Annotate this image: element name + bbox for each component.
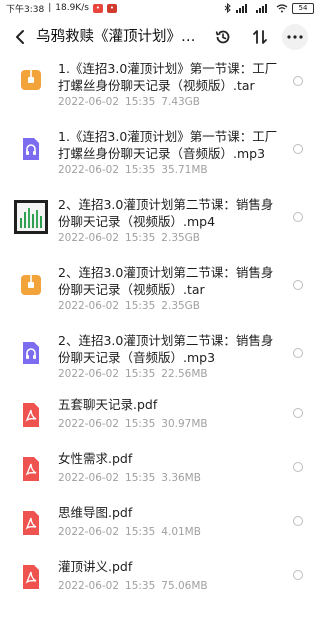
file-meta: 2022-06-02 15:35 22.56MB	[58, 368, 214, 380]
signal-icon-2	[256, 3, 267, 13]
file-size: 22.56MB	[161, 368, 208, 380]
history-button[interactable]	[212, 26, 234, 48]
file-name: 灌顶讲义.pdf	[58, 559, 133, 574]
file-meta: 2022-06-02 15:35 7.43GB	[58, 96, 206, 108]
file-name: 2、连招3.0灌顶计划第二节课：销售身份聊天记录（视频版）.tar	[58, 265, 274, 297]
file-date: 2022-06-02	[58, 526, 120, 538]
signal-icon	[236, 3, 247, 13]
notification-app-icon: •	[92, 3, 103, 13]
select-checkbox[interactable]	[293, 408, 303, 418]
file-name: 2、连招3.0灌顶计划第二节课：销售身份聊天记录（视频版）.mp4	[58, 197, 274, 229]
header: 乌鸦救赎《灌顶计划》更...	[0, 20, 320, 54]
select-checkbox[interactable]	[293, 570, 303, 580]
file-row[interactable]: 2、连招3.0灌顶计划第二节课：销售身份聊天记录（视频版）.tar 2022-0…	[0, 260, 320, 328]
file-row[interactable]: 1.《连招3.0灌顶计划》第一节课：工厂打螺丝身份聊天记录（视频版）.tar 2…	[0, 54, 320, 124]
status-left: 下午3:38 | 18.9K/s • •	[6, 2, 117, 15]
file-date: 2022-06-02	[58, 472, 120, 484]
history-icon	[215, 30, 230, 44]
file-time: 15:35	[125, 300, 156, 312]
file-time: 15:35	[125, 580, 156, 592]
file-time: 15:35	[125, 472, 156, 484]
file-time: 15:35	[125, 368, 156, 380]
file-name: 五套聊天记录.pdf	[58, 397, 158, 412]
notification-app-icon-2: •	[106, 3, 117, 13]
file-date: 2022-06-02	[58, 300, 120, 312]
file-date: 2022-06-02	[58, 232, 120, 244]
page-title: 乌鸦救赎《灌顶计划》更...	[36, 29, 202, 45]
file-size: 7.43GB	[161, 96, 201, 108]
file-time: 15:35	[125, 526, 156, 538]
file-row[interactable]: 五套聊天记录.pdf 2022-06-02 15:35 30.97MB	[0, 396, 320, 450]
file-date: 2022-06-02	[58, 580, 120, 592]
file-time: 15:35	[125, 418, 156, 430]
pdf-icon	[16, 400, 46, 430]
file-meta: 2022-06-02 15:35 2.35GB	[58, 300, 206, 312]
pdf-icon	[16, 454, 46, 484]
file-row[interactable]: 女性需求.pdf 2022-06-02 15:35 3.36MB	[0, 450, 320, 504]
file-meta: 2022-06-02 15:35 30.97MB	[58, 418, 214, 430]
file-row[interactable]: 思维导图.pdf 2022-06-02 15:35 4.01MB	[0, 504, 320, 558]
status-time: 下午3:38	[6, 4, 45, 15]
select-checkbox[interactable]	[293, 144, 303, 154]
video-thumbnail-icon	[14, 200, 48, 234]
file-size: 35.71MB	[161, 164, 208, 176]
file-row[interactable]: 2、连招3.0灌顶计划第二节课：销售身份聊天记录（音频版）.mp3 2022-0…	[0, 328, 320, 396]
file-size: 2.35GB	[161, 300, 201, 312]
file-row[interactable]: 1.《连招3.0灌顶计划》第一节课：工厂打螺丝身份聊天记录（音频版）.mp3 2…	[0, 124, 320, 192]
select-checkbox[interactable]	[293, 348, 303, 358]
chevron-left-icon	[16, 30, 24, 44]
file-meta: 2022-06-02 15:35 2.35GB	[58, 232, 206, 244]
audio-icon	[16, 134, 46, 164]
sort-button[interactable]	[249, 26, 271, 48]
file-date: 2022-06-02	[58, 164, 120, 176]
file-size: 75.06MB	[161, 580, 208, 592]
select-checkbox[interactable]	[293, 462, 303, 472]
file-size: 2.35GB	[161, 232, 201, 244]
network-speed: 18.9K/s	[55, 3, 89, 13]
pdf-icon	[16, 562, 46, 592]
file-size: 4.01MB	[161, 526, 201, 538]
status-right: 54	[224, 2, 314, 14]
audio-icon	[16, 338, 46, 368]
file-name: 1.《连招3.0灌顶计划》第一节课：工厂打螺丝身份聊天记录（音频版）.mp3	[58, 129, 278, 161]
file-meta: 2022-06-02 15:35 4.01MB	[58, 526, 207, 538]
battery-icon: 54	[292, 2, 314, 14]
file-meta: 2022-06-02 15:35 35.71MB	[58, 164, 214, 176]
file-size: 30.97MB	[161, 418, 208, 430]
more-button[interactable]	[282, 24, 308, 50]
pdf-icon	[16, 508, 46, 538]
status-bar: 下午3:38 | 18.9K/s • • 54	[0, 0, 320, 16]
file-name: 思维导图.pdf	[58, 505, 133, 520]
file-meta: 2022-06-02 15:35 3.36MB	[58, 472, 207, 484]
status-divider: |	[48, 3, 52, 13]
file-name: 2、连招3.0灌顶计划第二节课：销售身份聊天记录（音频版）.mp3	[58, 333, 274, 365]
select-checkbox[interactable]	[293, 212, 303, 222]
bluetooth-icon	[224, 3, 231, 13]
file-list: 1.《连招3.0灌顶计划》第一节课：工厂打螺丝身份聊天记录（视频版）.tar 2…	[0, 54, 320, 612]
file-name: 女性需求.pdf	[58, 451, 133, 466]
file-row[interactable]: 2、连招3.0灌顶计划第二节课：销售身份聊天记录（视频版）.mp4 2022-0…	[0, 192, 320, 260]
file-row[interactable]: 灌顶讲义.pdf 2022-06-02 15:35 75.06MB	[0, 558, 320, 612]
archive-icon	[16, 270, 46, 300]
file-name: 1.《连招3.0灌顶计划》第一节课：工厂打螺丝身份聊天记录（视频版）.tar	[58, 61, 278, 93]
wifi-icon	[276, 3, 288, 12]
select-checkbox[interactable]	[293, 516, 303, 526]
select-checkbox[interactable]	[293, 280, 303, 290]
archive-icon	[16, 65, 46, 95]
back-button[interactable]	[10, 26, 30, 48]
file-size: 3.36MB	[161, 472, 201, 484]
file-date: 2022-06-02	[58, 418, 120, 430]
file-time: 15:35	[125, 164, 156, 176]
select-checkbox[interactable]	[293, 76, 303, 86]
file-date: 2022-06-02	[58, 368, 120, 380]
file-date: 2022-06-02	[58, 96, 120, 108]
file-meta: 2022-06-02 15:35 75.06MB	[58, 580, 214, 592]
more-icon	[287, 35, 303, 39]
file-time: 15:35	[125, 232, 156, 244]
sort-icon	[253, 30, 267, 44]
file-time: 15:35	[125, 96, 156, 108]
